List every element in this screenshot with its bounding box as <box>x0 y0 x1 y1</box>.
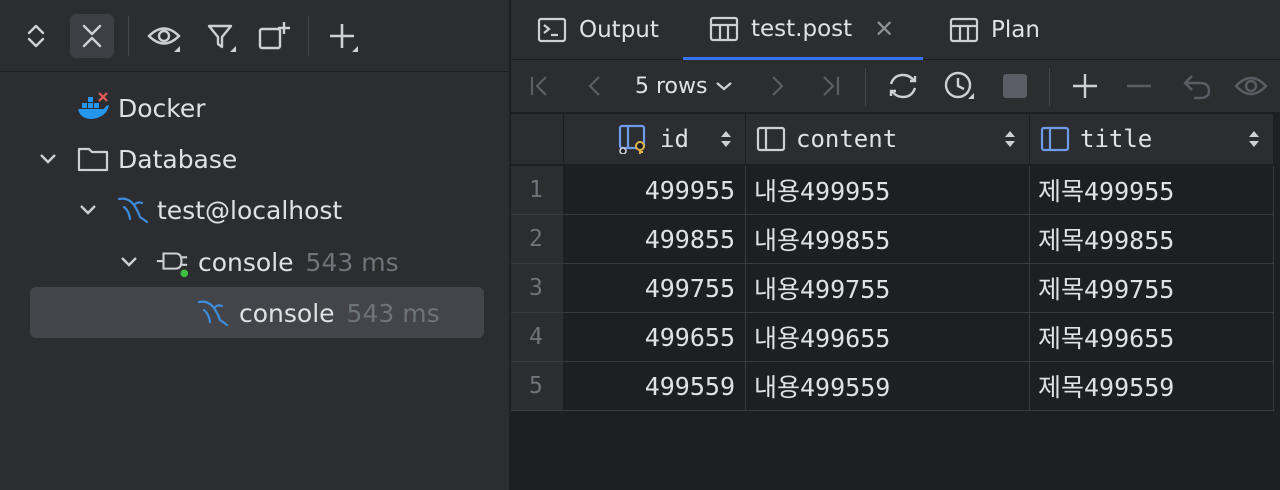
filter-icon[interactable] <box>198 14 242 58</box>
explorer-toolbar <box>0 0 510 72</box>
chevron-down-icon[interactable] <box>117 250 141 274</box>
cell-title[interactable]: 제목499855 <box>1030 215 1274 264</box>
preview-changes-icon[interactable] <box>1233 68 1269 104</box>
column-header-id[interactable]: id <box>564 114 746 164</box>
table-icon <box>709 14 739 44</box>
collapse-all-icon[interactable] <box>70 14 114 58</box>
column-header-content[interactable]: content <box>746 114 1030 164</box>
rows-count-label: 5 rows <box>635 73 708 99</box>
toolbar-separator <box>308 16 309 56</box>
row-number: 1 <box>511 166 564 215</box>
cell-content[interactable]: 내용499559 <box>746 362 1030 411</box>
cell-id[interactable]: 499755 <box>564 264 746 313</box>
column-header-label: id <box>660 125 689 153</box>
tree-item-label: Docker <box>118 93 206 123</box>
add-icon[interactable] <box>320 14 364 58</box>
tree-item-label: test@localhost <box>157 195 343 225</box>
toolbar-separator <box>1049 68 1050 106</box>
cell-title[interactable]: 제목499955 <box>1030 166 1274 215</box>
sort-icon[interactable] <box>1247 128 1261 150</box>
tab-label: Plan <box>991 17 1040 43</box>
expand-collapse-icon[interactable] <box>14 14 58 58</box>
cell-title[interactable]: 제목499755 <box>1030 264 1274 313</box>
cell-content[interactable]: 내용499655 <box>746 313 1030 362</box>
execution-time: 543 ms <box>346 298 440 328</box>
session-icon <box>155 245 189 279</box>
sort-icon[interactable] <box>1003 128 1017 150</box>
cell-content[interactable]: 내용499855 <box>746 215 1030 264</box>
cell-id[interactable]: 499655 <box>564 313 746 362</box>
cell-content[interactable]: 내용499955 <box>746 166 1030 215</box>
tab-test-post[interactable]: test.post ✕ <box>683 0 923 60</box>
next-page-icon[interactable] <box>759 68 795 104</box>
primary-key-column-icon <box>618 124 646 154</box>
toolbar-separator <box>865 68 866 106</box>
results-panel: Output test.post ✕ Plan 5 rows id conten… <box>511 0 1280 490</box>
tab-label: Output <box>579 17 659 43</box>
tree-item-label: console <box>239 298 335 328</box>
toolbar-separator <box>128 16 129 56</box>
row-number: 4 <box>511 313 564 362</box>
database-explorer-panel: Docker Database test@localhost console 54… <box>0 0 510 490</box>
console-icon <box>537 15 567 45</box>
column-icon <box>756 126 786 152</box>
column-header-label: title <box>1080 125 1153 153</box>
grid-toolbar: 5 rows <box>511 60 1280 113</box>
refresh-icon[interactable] <box>885 68 921 104</box>
mysql-icon <box>196 296 230 330</box>
stop-icon[interactable] <box>997 68 1033 104</box>
clock-icon[interactable] <box>941 68 977 104</box>
cell-content[interactable]: 내용499755 <box>746 264 1030 313</box>
chevron-down-icon[interactable] <box>36 147 60 171</box>
sort-icon[interactable] <box>719 128 733 150</box>
new-query-icon[interactable] <box>252 14 296 58</box>
chevron-down-icon <box>715 80 733 92</box>
docker-icon <box>76 91 110 125</box>
cell-title[interactable]: 제목499559 <box>1030 362 1274 411</box>
folder-icon <box>76 142 110 176</box>
row-number: 5 <box>511 362 564 411</box>
tree-item-text: console 543 ms <box>239 299 440 328</box>
previous-page-icon[interactable] <box>577 68 613 104</box>
tab-output[interactable]: Output <box>537 0 659 60</box>
revert-icon[interactable] <box>1179 68 1215 104</box>
tab-plan[interactable]: Plan <box>949 0 1040 60</box>
add-row-icon[interactable] <box>1067 68 1103 104</box>
table-icon <box>949 15 979 45</box>
results-tab-bar: Output test.post ✕ Plan <box>511 0 1280 60</box>
execution-time: 543 ms <box>305 247 399 277</box>
tree-item-label: console <box>198 247 294 277</box>
cell-id[interactable]: 499855 <box>564 215 746 264</box>
cell-id[interactable]: 499559 <box>564 362 746 411</box>
cell-id[interactable]: 499955 <box>564 166 746 215</box>
mysql-icon <box>116 193 150 227</box>
column-icon <box>1040 126 1070 152</box>
row-number: 2 <box>511 215 564 264</box>
tree-item-label: Database <box>118 144 238 174</box>
row-number-header <box>511 114 564 164</box>
row-number: 3 <box>511 264 564 313</box>
tab-label: test.post <box>751 15 853 42</box>
close-icon[interactable]: ✕ <box>874 15 894 43</box>
cell-title[interactable]: 제목499655 <box>1030 313 1274 362</box>
tree-item-text: console 543 ms <box>198 248 399 277</box>
eye-icon[interactable] <box>142 14 186 58</box>
chevron-down-icon[interactable] <box>76 198 100 222</box>
last-page-icon[interactable] <box>813 68 849 104</box>
first-page-icon[interactable] <box>521 68 557 104</box>
page-size-dropdown[interactable]: 5 rows <box>635 68 733 104</box>
column-header-title[interactable]: title <box>1030 114 1274 164</box>
delete-row-icon[interactable] <box>1121 68 1157 104</box>
column-header-label: content <box>796 125 898 153</box>
